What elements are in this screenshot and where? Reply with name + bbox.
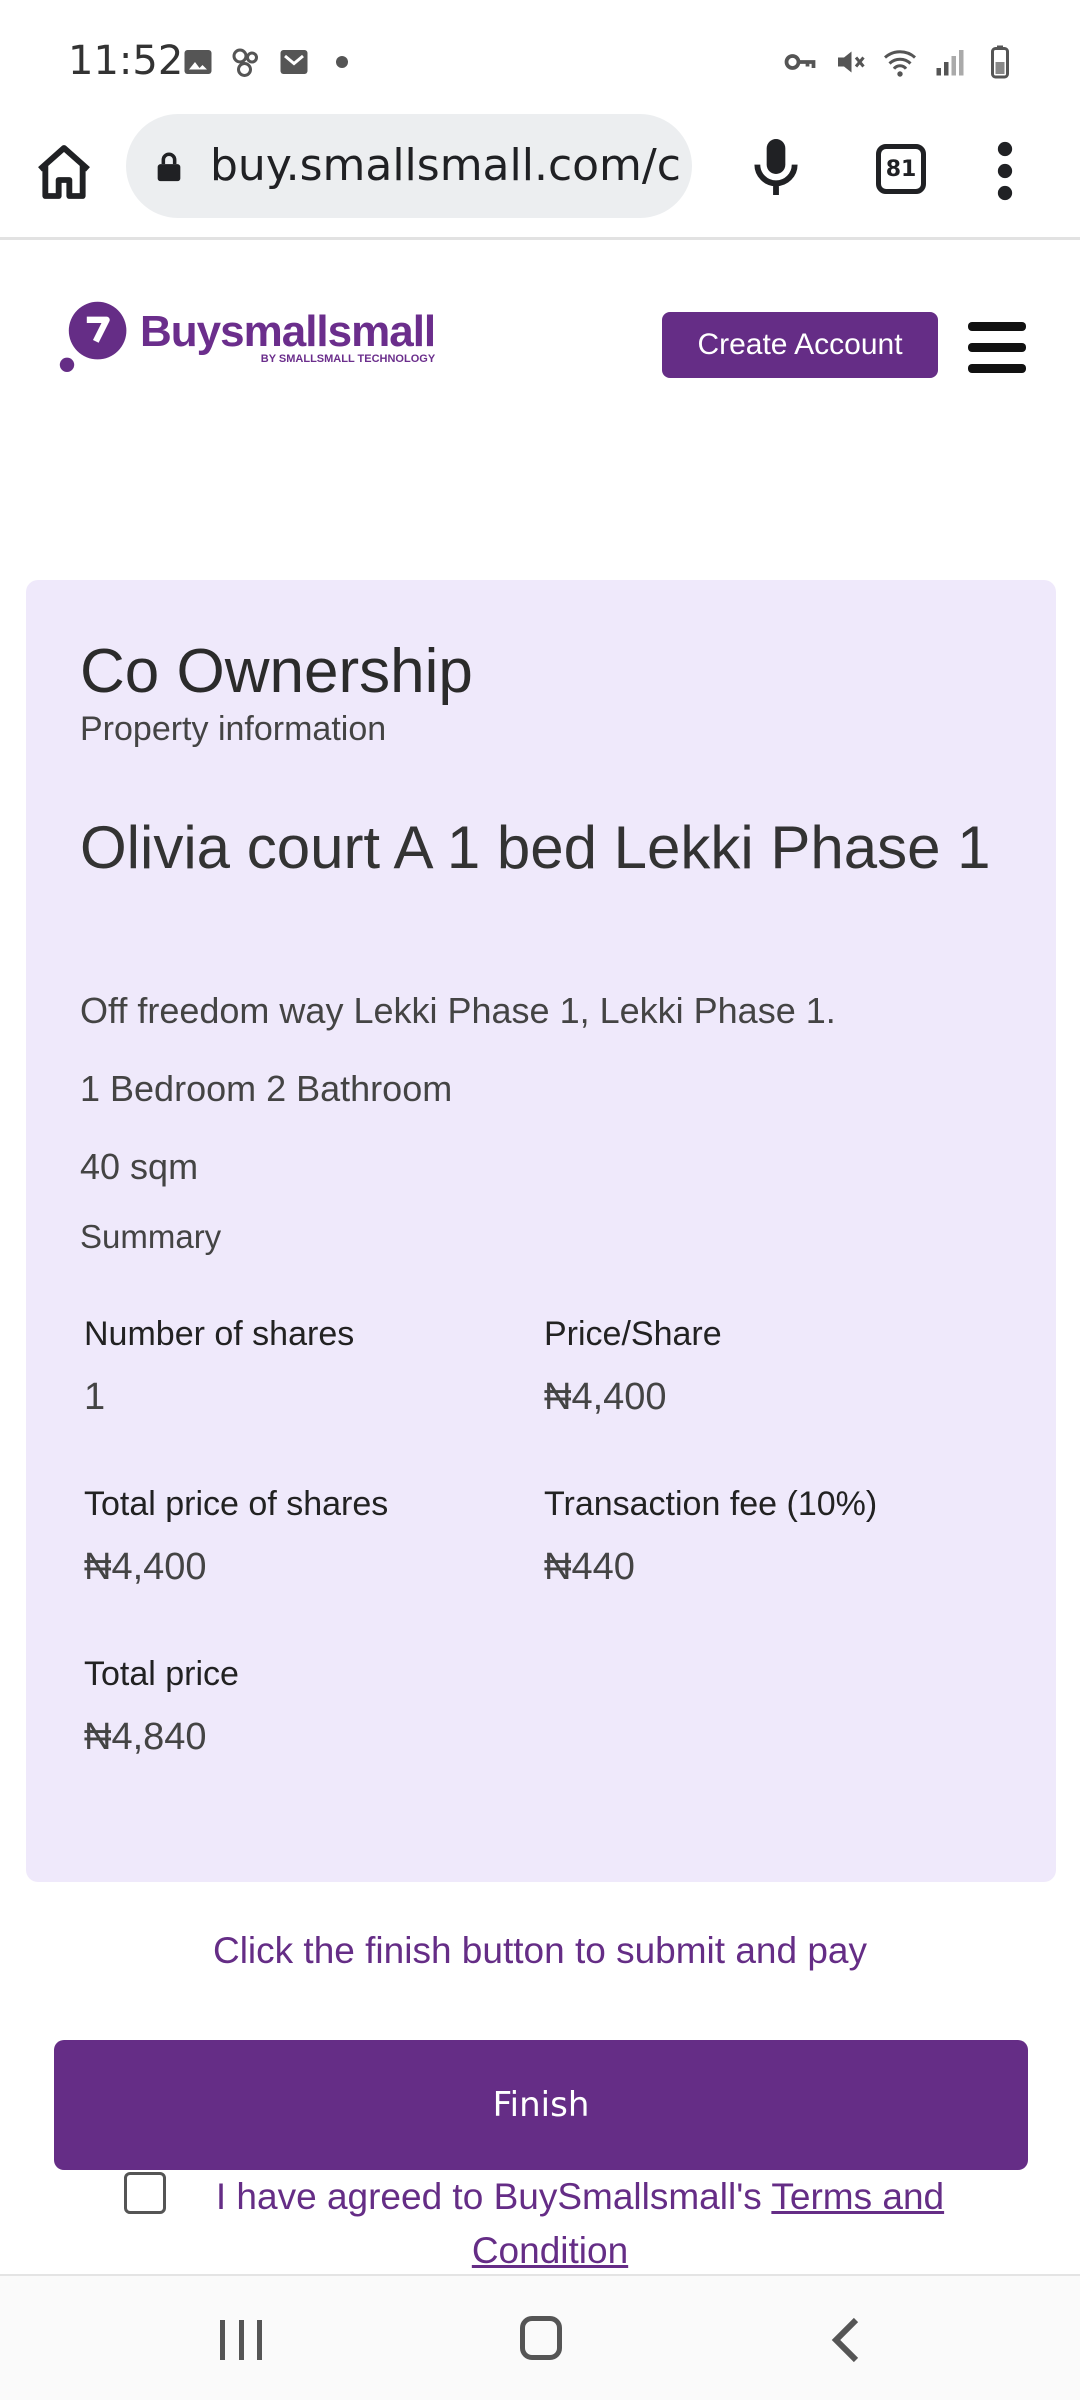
more-options-icon[interactable] bbox=[990, 138, 1020, 204]
agree-text: I have agreed to BuySmallsmall's bbox=[215, 2176, 772, 2217]
total-price-field: Total price ₦4,840 bbox=[84, 1655, 239, 1759]
total-price-label: Total price bbox=[84, 1655, 239, 1693]
browser-toolbar: buy.smallsmall.com/co-ownership 81 bbox=[0, 110, 1080, 240]
property-address: Off freedom way Lekki Phase 1, Lekki Pha… bbox=[80, 990, 836, 1031]
logo-text: Buysmallsmall bbox=[140, 307, 436, 356]
home-nav-icon[interactable] bbox=[520, 2316, 562, 2360]
price-share-label: Price/Share bbox=[544, 1315, 722, 1353]
page-title: Co Ownership bbox=[80, 637, 473, 706]
lock-icon bbox=[157, 152, 181, 182]
finish-hint: Click the finish button to submit and pa… bbox=[212, 1930, 868, 1971]
section-subtitle: Property information bbox=[80, 710, 387, 748]
vpn-key-icon bbox=[784, 54, 816, 70]
co-ownership-card: Co Ownership Property information Olivia… bbox=[26, 580, 1056, 1882]
image-icon bbox=[184, 50, 212, 74]
create-account-button[interactable]: Create Account bbox=[662, 312, 938, 378]
status-system-icons bbox=[782, 44, 1018, 80]
finish-button[interactable]: Finish bbox=[54, 2040, 1028, 2170]
price-share-value: ₦4,400 bbox=[544, 1376, 667, 1418]
logo-mark-icon bbox=[59, 301, 127, 372]
transaction-fee-label: Transaction fee (10%) bbox=[544, 1485, 878, 1523]
shares-value: 1 bbox=[84, 1376, 106, 1418]
microphone-icon[interactable] bbox=[748, 134, 804, 200]
back-icon[interactable] bbox=[826, 2316, 866, 2364]
menu-icon[interactable] bbox=[968, 322, 1028, 374]
url-text: buy.smallsmall.com/co-ownership bbox=[210, 140, 680, 191]
dot-icon bbox=[336, 56, 348, 68]
transaction-fee-value: ₦440 bbox=[544, 1546, 635, 1588]
total-shares-label: Total price of shares bbox=[84, 1485, 389, 1523]
mute-icon bbox=[838, 51, 865, 73]
property-rooms: 1 Bedroom 2 Bathroom bbox=[80, 1068, 453, 1109]
shares-label: Number of shares bbox=[84, 1315, 355, 1353]
property-name: Olivia court A 1 bed Lekki Phase 1 bbox=[80, 814, 991, 881]
recent-apps-icon[interactable] bbox=[220, 2320, 262, 2360]
terms-agreement: I have agreed to BuySmallsmall's Terms a… bbox=[120, 2170, 980, 2278]
address-bar[interactable]: buy.smallsmall.com/co-ownership bbox=[126, 114, 692, 218]
property-size: 40 sqm bbox=[80, 1146, 199, 1187]
total-shares-field: Total price of shares ₦4,400 bbox=[84, 1485, 388, 1589]
system-nav-bar bbox=[0, 2274, 1080, 2400]
summary-heading: Summary bbox=[80, 1218, 222, 1255]
tab-switcher-button[interactable]: 81 bbox=[876, 144, 926, 194]
site-header: Buysmallsmall BY SMALLSMALL TECHNOLOGY C… bbox=[0, 260, 1080, 440]
mail-icon bbox=[280, 50, 308, 74]
signal-icon bbox=[936, 50, 964, 76]
total-shares-value: ₦4,400 bbox=[84, 1546, 207, 1588]
price-share-field: Price/Share ₦4,400 bbox=[544, 1315, 722, 1419]
status-time: 11:52 bbox=[68, 38, 184, 84]
transaction-fee-field: Transaction fee (10%) ₦440 bbox=[544, 1485, 877, 1589]
buysmallsmall-logo[interactable]: Buysmallsmall BY SMALLSMALL TECHNOLOGY bbox=[58, 298, 436, 374]
status-bar: 11:52 bbox=[0, 0, 1080, 118]
shares-field: Number of shares 1 bbox=[84, 1315, 354, 1419]
wifi-icon bbox=[884, 50, 916, 77]
home-icon[interactable] bbox=[32, 140, 96, 204]
total-price-value: ₦4,840 bbox=[84, 1716, 207, 1758]
status-notification-icons bbox=[180, 44, 360, 80]
bubbles-icon bbox=[232, 48, 258, 77]
battery-icon bbox=[991, 45, 1009, 79]
